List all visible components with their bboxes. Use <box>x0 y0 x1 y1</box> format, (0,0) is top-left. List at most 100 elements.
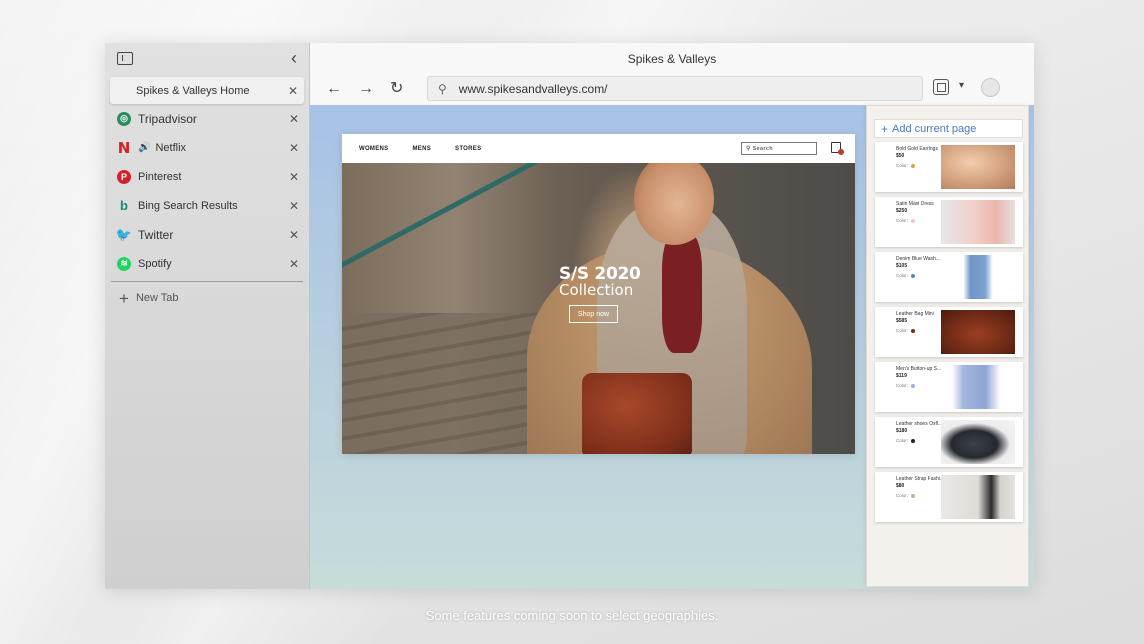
refresh-icon[interactable]: ↻ <box>390 79 403 99</box>
sidebar-header: ‹ <box>105 43 309 75</box>
shopping-bag-icon[interactable] <box>831 142 844 155</box>
item-color: Color: <box>896 273 916 278</box>
back-arrow-icon[interactable]: ← <box>326 79 342 99</box>
item-thumbnail <box>941 310 1015 354</box>
item-color: Color: <box>896 328 916 333</box>
tab-label: Bing Search Results <box>138 199 238 212</box>
close-tab-icon[interactable]: ✕ <box>289 170 299 184</box>
collections-pane: + Add current page Bold Gold Earrings $50… <box>866 105 1029 587</box>
item-price: $250 <box>896 208 908 214</box>
item-color: Color: <box>896 493 916 498</box>
color-swatch-icon <box>911 383 916 388</box>
item-color: Color: <box>896 438 916 443</box>
collection-item[interactable]: Satin Maxi Dress $250 Color: <box>875 197 1023 247</box>
collection-item[interactable]: Leather shoes Oxfl... $180 Color: <box>875 417 1023 467</box>
site-search-input[interactable]: ⚲ Search <box>741 142 817 155</box>
collapse-pane-icon[interactable]: ‹ <box>291 49 297 67</box>
add-current-page-label: Add current page <box>892 122 977 135</box>
collection-item[interactable]: Bold Gold Earrings $50 Color: <box>875 142 1023 192</box>
bing-icon: b <box>120 198 128 213</box>
close-tab-icon[interactable]: ✕ <box>289 199 299 213</box>
browser-window: ‹ Spikes & Valleys Home ✕ ◎ Tripadvisor … <box>105 43 1034 589</box>
item-thumbnail <box>941 145 1015 189</box>
item-price: $50 <box>896 153 905 159</box>
close-tab-icon[interactable]: ✕ <box>289 257 299 271</box>
audio-playing-icon[interactable]: 🔊 <box>138 142 150 153</box>
item-color-label: Color: <box>896 218 909 223</box>
new-tab-button[interactable]: + New Tab <box>105 285 309 311</box>
item-color-label: Color: <box>896 493 909 498</box>
collection-item[interactable]: Denim Blue Wash... $105 Color: <box>875 252 1023 302</box>
site-nav-stores[interactable]: STORES <box>455 146 481 152</box>
disclaimer-caption: Some features coming soon to select geog… <box>425 608 719 623</box>
site-nav-mens[interactable]: MENS <box>412 146 431 152</box>
item-color-label: Color: <box>896 383 909 388</box>
item-name: Bold Gold Earrings <box>896 146 938 152</box>
tab-label: Netflix <box>155 141 187 154</box>
tab-twitter[interactable]: 🐦 Twitter ✕ <box>105 220 309 249</box>
tab-pinterest[interactable]: P Pinterest ✕ <box>105 162 309 191</box>
close-tab-icon[interactable]: ✕ <box>289 112 299 126</box>
collection-item[interactable]: Leather Bag Mini $585 Color: <box>875 307 1023 357</box>
tab-bing[interactable]: b Bing Search Results ✕ <box>105 191 309 220</box>
plus-icon: + <box>881 121 889 136</box>
item-name: Leather shoes Oxfl... <box>896 421 943 427</box>
chevron-down-icon[interactable]: ▾ <box>959 80 964 91</box>
item-price: $80 <box>896 483 905 489</box>
item-thumbnail <box>941 255 1015 299</box>
item-thumbnail <box>941 365 1015 409</box>
hero-model-neckerchief <box>662 233 702 353</box>
item-price: $105 <box>896 263 908 269</box>
item-thumbnail <box>941 200 1015 244</box>
address-bar[interactable]: ⚲ www.spikesandvalleys.com/ <box>427 76 923 101</box>
vertical-tabs-sidebar: ‹ Spikes & Valleys Home ✕ ◎ Tripadvisor … <box>105 43 310 589</box>
toolbar: ← → ↻ ⚲ www.spikesandvalleys.com/ ▾ <box>310 75 1034 105</box>
item-color-label: Color: <box>896 328 909 333</box>
tripadvisor-icon: ◎ <box>117 111 131 126</box>
tab-netflix[interactable]: N 🔊 Netflix ✕ <box>105 133 309 162</box>
item-thumbnail <box>941 420 1015 464</box>
item-color: Color: <box>896 163 916 168</box>
item-name: Leather Bag Mini <box>896 311 934 317</box>
tab-tripadvisor[interactable]: ◎ Tripadvisor ✕ <box>105 104 309 133</box>
collections-icon[interactable] <box>933 79 949 95</box>
add-current-page-button[interactable]: + Add current page <box>874 119 1023 138</box>
plus-icon: + <box>119 288 129 308</box>
tab-spikes-valleys-home[interactable]: Spikes & Valleys Home ✕ <box>110 77 304 104</box>
collection-item[interactable]: Men's Button-up S... $119 Color: <box>875 362 1023 412</box>
site-search-placeholder: Search <box>752 145 773 152</box>
twitter-icon: 🐦 <box>115 226 133 242</box>
sidebar-divider <box>111 281 303 282</box>
item-name: Satin Maxi Dress <box>896 201 934 207</box>
url-text: www.spikesandvalleys.com/ <box>458 81 608 96</box>
search-icon: ⚲ <box>746 146 751 152</box>
item-thumbnail <box>941 475 1015 519</box>
color-swatch-icon <box>911 218 916 223</box>
tab-label: Spotify <box>138 257 172 270</box>
item-price: $585 <box>896 318 908 324</box>
forward-arrow-icon[interactable]: → <box>358 79 374 99</box>
shop-now-button[interactable]: Shop now <box>569 305 618 323</box>
hero-subtitle: Collection <box>559 281 634 299</box>
profile-avatar[interactable] <box>981 78 1000 97</box>
close-tab-icon[interactable]: ✕ <box>288 84 298 98</box>
pinterest-icon: P <box>117 169 131 184</box>
item-name: Leather Strap Fashi... <box>896 476 945 482</box>
tab-label: Twitter <box>138 227 174 242</box>
title-bar: Spikes & Valleys <box>310 43 1034 75</box>
item-color-label: Color: <box>896 438 909 443</box>
item-name: Men's Button-up S... <box>896 366 942 372</box>
site-nav-womens[interactable]: WOMENS <box>359 146 388 152</box>
tab-actions-menu-icon[interactable] <box>117 52 133 65</box>
collection-item[interactable]: Leather Strap Fashi... $80 Color: <box>875 472 1023 522</box>
color-swatch-icon <box>911 328 916 333</box>
hero-image: S/S 2020 Collection Shop now <box>342 163 855 454</box>
close-tab-icon[interactable]: ✕ <box>289 228 299 242</box>
tab-spotify[interactable]: ≋ Spotify ✕ <box>105 249 309 278</box>
close-tab-icon[interactable]: ✕ <box>289 141 299 155</box>
color-swatch-icon <box>911 438 916 443</box>
hero-railing <box>342 163 553 278</box>
website-page: WOMENS MENS STORES ⚲ Search S/S 2020 Col… <box>342 134 855 454</box>
tab-label: Spikes & Valleys Home <box>136 84 250 97</box>
new-tab-label: New Tab <box>135 292 179 304</box>
